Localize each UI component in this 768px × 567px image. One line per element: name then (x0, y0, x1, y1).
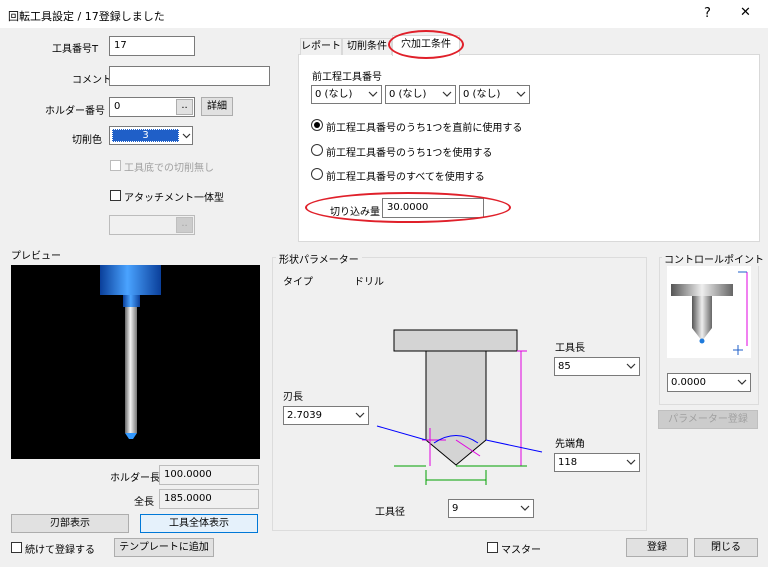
comment-field[interactable] (109, 66, 270, 86)
holder-length-field: 100.0000 (159, 465, 259, 485)
continue-register-checkbox[interactable] (11, 542, 22, 553)
prev-tool-label: 前工程工具番号 (312, 72, 382, 83)
continue-register-label: 続けて登録する (25, 545, 95, 556)
chevron-down-icon (626, 363, 636, 369)
prev-tool-select-3[interactable]: 0 (なし) (459, 85, 530, 104)
tab-highlight-circle (388, 30, 464, 59)
tip-angle-label: 先端角 (555, 439, 585, 450)
diameter-label: 工具径 (375, 507, 405, 518)
radio-use-one-immediately[interactable] (311, 119, 323, 131)
blade-length-select[interactable]: 2.7039 (283, 406, 369, 425)
no-bottom-cut-label: 工具底での切削無し (124, 163, 214, 174)
tab-cutting-conditions[interactable]: 切削条件 (342, 38, 392, 55)
close-button[interactable]: 閉じる (694, 538, 758, 557)
holder-browse-button[interactable]: .. (176, 99, 193, 115)
diameter-value: 9 (452, 503, 459, 514)
attachment-checkbox[interactable] (110, 190, 121, 201)
prev-tool-select-1[interactable]: 0 (なし) (311, 85, 382, 104)
tool-length-select[interactable]: 85 (554, 357, 640, 376)
cut-color-label: 切削色 (72, 135, 102, 146)
cut-color-select[interactable]: 3 (109, 126, 193, 145)
type-label: タイプ (283, 277, 313, 288)
prev-tool-select-2[interactable]: 0 (なし) (385, 85, 456, 104)
no-bottom-cut-checkbox[interactable] (110, 160, 121, 171)
radio-use-one-immediately-label: 前工程工具番号のうち1つを直前に使用する (326, 123, 523, 134)
tool-preview-drawing (100, 265, 161, 439)
radio-use-one[interactable] (311, 144, 323, 156)
total-length-field: 185.0000 (159, 489, 259, 509)
control-point-drawing (671, 271, 748, 355)
tool-number-label: 工具番号T (52, 44, 99, 55)
chevron-down-icon (442, 91, 452, 97)
blade-view-button[interactable]: 刃部表示 (11, 514, 129, 533)
tool-length-value: 85 (558, 361, 571, 372)
full-tool-view-button[interactable]: 工具全体表示 (140, 514, 258, 533)
type-value: ドリル (354, 277, 384, 288)
radio-use-all[interactable] (311, 168, 323, 180)
tab-report[interactable]: レポート (300, 38, 342, 55)
control-point-value: 0.0000 (671, 377, 706, 388)
help-button[interactable]: ? (704, 6, 711, 21)
radio-use-one-label: 前工程工具番号のうち1つを使用する (326, 148, 493, 159)
control-point-select[interactable]: 0.0000 (667, 373, 751, 392)
holder-length-label: ホルダー長 (110, 473, 160, 484)
control-point-preview (667, 266, 751, 358)
add-template-button[interactable]: テンプレートに追加 (114, 538, 214, 557)
shape-params-label: 形状パラメーター (276, 251, 362, 266)
register-button[interactable]: 登録 (626, 538, 688, 557)
master-label: マスター (501, 545, 541, 556)
attachment-browse-button[interactable]: .. (176, 217, 193, 233)
chevron-down-icon (368, 91, 378, 97)
control-point-label: コントロールポイント (662, 251, 766, 266)
prev-tool-select-2-value: 0 (なし) (389, 89, 427, 100)
master-checkbox[interactable] (487, 542, 498, 553)
tip-angle-select[interactable]: 118 (554, 453, 640, 472)
tool-length-label: 工具長 (555, 343, 585, 354)
chevron-down-icon (520, 505, 530, 511)
tip-angle-value: 118 (558, 457, 578, 468)
window-title: 回転工具設定 / 17登録しました (8, 10, 165, 23)
cut-amount-highlight-circle (305, 192, 511, 223)
holder-number-label: ホルダー番号 (45, 106, 105, 117)
tool-number-field[interactable]: 17 (109, 36, 195, 56)
register-params-button[interactable]: パラメーター登録 (658, 410, 758, 429)
prev-tool-select-1-value: 0 (なし) (315, 89, 353, 100)
radio-use-all-label: 前工程工具番号のすべてを使用する (326, 172, 485, 183)
chevron-down-icon (182, 133, 191, 139)
total-length-label: 全長 (134, 497, 154, 508)
diameter-select[interactable]: 9 (448, 499, 534, 518)
cut-color-value: 3 (112, 129, 179, 142)
prev-tool-select-3-value: 0 (なし) (463, 89, 501, 100)
chevron-down-icon (355, 412, 365, 418)
detail-button[interactable]: 詳細 (201, 97, 233, 116)
chevron-down-icon (516, 91, 526, 97)
close-window-button[interactable]: ✕ (740, 5, 751, 20)
chevron-down-icon (626, 459, 636, 465)
comment-label: コメント (72, 75, 112, 86)
chevron-down-icon (737, 379, 747, 385)
attachment-label: アタッチメント一体型 (124, 193, 224, 204)
blade-length-value: 2.7039 (287, 410, 322, 421)
preview-label: プレビュー (11, 251, 61, 262)
tool-preview (11, 265, 260, 459)
blade-length-label: 刃長 (283, 392, 303, 403)
